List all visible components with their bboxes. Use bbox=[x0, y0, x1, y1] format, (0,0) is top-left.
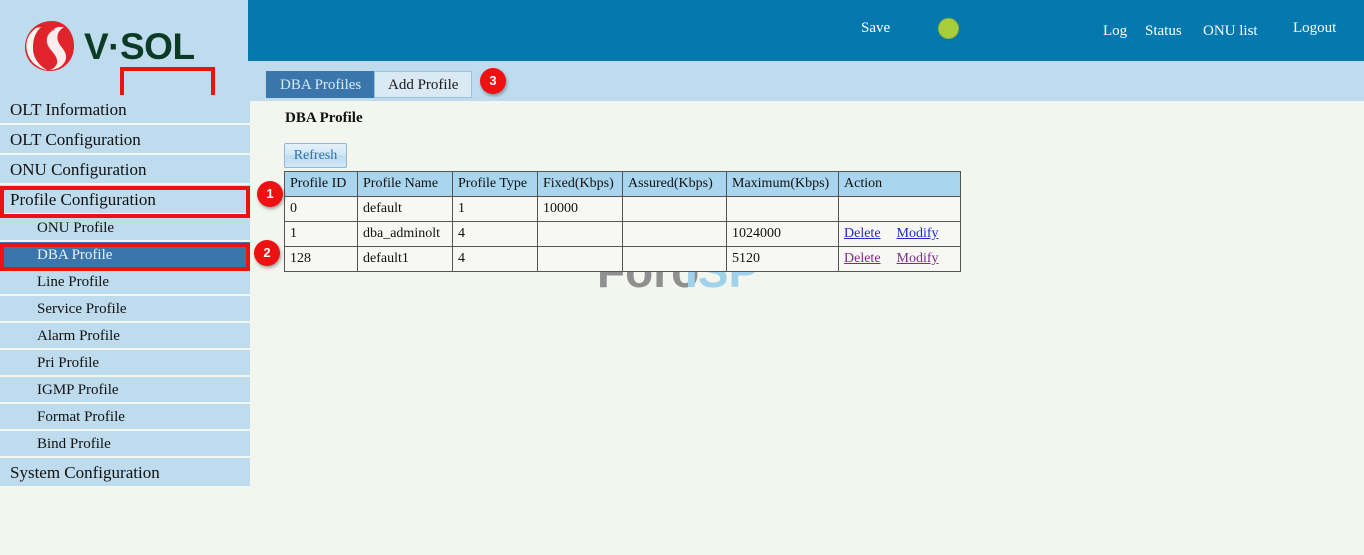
column-header-maximum-kbps: Maximum(Kbps) bbox=[727, 172, 839, 197]
cell-profile-name: dba_adminolt bbox=[358, 222, 453, 247]
cell-profile-type: 4 bbox=[453, 222, 538, 247]
brand-logo: V·SOL bbox=[22, 18, 195, 74]
column-header-profile-id: Profile ID bbox=[285, 172, 358, 197]
refresh-button[interactable]: Refresh bbox=[284, 143, 347, 168]
cell-profile-id: 128 bbox=[285, 247, 358, 272]
content-panel: DBA Profile Refresh Foro ISP Profile ID … bbox=[250, 101, 1364, 555]
log-link[interactable]: Log bbox=[1103, 23, 1127, 40]
cell-profile-type: 1 bbox=[453, 197, 538, 222]
logo-panel: V·SOL bbox=[0, 0, 248, 95]
cell-assured bbox=[623, 197, 727, 222]
cell-fixed bbox=[538, 222, 623, 247]
column-header-assured-kbps: Assured(Kbps) bbox=[623, 172, 727, 197]
modify-link[interactable]: Modify bbox=[897, 226, 939, 241]
sidebar-item-profile-configuration[interactable]: Profile Configuration bbox=[0, 185, 250, 215]
vsol-circle-logo-icon bbox=[22, 18, 76, 74]
sidebar-nav: OLT Information OLT Configuration ONU Co… bbox=[0, 95, 250, 488]
cell-fixed bbox=[538, 247, 623, 272]
top-header-bar: Save Log Status ONU list Logout bbox=[248, 0, 1364, 61]
annotation-badge-3: 3 bbox=[480, 68, 506, 94]
sidebar-item-system-configuration[interactable]: System Configuration bbox=[0, 458, 250, 488]
brand-name: V·SOL bbox=[84, 28, 195, 65]
status-link[interactable]: Status bbox=[1145, 23, 1182, 40]
annotation-badge-1: 1 bbox=[257, 181, 283, 207]
table-row: 1 dba_adminolt 4 1024000 Delete Modify bbox=[285, 222, 961, 247]
cell-assured bbox=[623, 222, 727, 247]
sidebar-item-olt-information[interactable]: OLT Information bbox=[0, 95, 250, 125]
save-link[interactable]: Save bbox=[861, 20, 890, 37]
annotation-badge-2: 2 bbox=[254, 240, 280, 266]
sidebar-item-onu-configuration[interactable]: ONU Configuration bbox=[0, 155, 250, 185]
cell-action: Delete Modify bbox=[839, 222, 961, 247]
dba-profile-table: Profile ID Profile Name Profile Type Fix… bbox=[284, 171, 961, 272]
cell-profile-name: default1 bbox=[358, 247, 453, 272]
sidebar-item-igmp-profile[interactable]: IGMP Profile bbox=[0, 377, 250, 404]
cell-profile-id: 0 bbox=[285, 197, 358, 222]
column-header-profile-name: Profile Name bbox=[358, 172, 453, 197]
page-title: DBA Profile bbox=[285, 110, 363, 127]
sidebar-item-pri-profile[interactable]: Pri Profile bbox=[0, 350, 250, 377]
delete-link[interactable]: Delete bbox=[844, 251, 881, 266]
sidebar-item-onu-profile[interactable]: ONU Profile bbox=[0, 215, 250, 242]
column-header-fixed-kbps: Fixed(Kbps) bbox=[538, 172, 623, 197]
delete-link[interactable]: Delete bbox=[844, 226, 881, 241]
sidebar-item-bind-profile[interactable]: Bind Profile bbox=[0, 431, 250, 458]
cell-profile-type: 4 bbox=[453, 247, 538, 272]
tab-strip: DBA Profiles Add Profile bbox=[248, 61, 1364, 101]
sidebar-item-alarm-profile[interactable]: Alarm Profile bbox=[0, 323, 250, 350]
cell-action: Delete Modify bbox=[839, 247, 961, 272]
tab-dba-profiles[interactable]: DBA Profiles bbox=[266, 71, 375, 98]
table-row: 128 default1 4 5120 Delete Modify bbox=[285, 247, 961, 272]
cell-maximum: 5120 bbox=[727, 247, 839, 272]
cell-action bbox=[839, 197, 961, 222]
cell-profile-name: default bbox=[358, 197, 453, 222]
sidebar-item-service-profile[interactable]: Service Profile bbox=[0, 296, 250, 323]
sidebar-item-format-profile[interactable]: Format Profile bbox=[0, 404, 250, 431]
cell-assured bbox=[623, 247, 727, 272]
logout-link[interactable]: Logout bbox=[1293, 20, 1336, 37]
cell-maximum bbox=[727, 197, 839, 222]
cell-profile-id: 1 bbox=[285, 222, 358, 247]
table-row: 0 default 1 10000 bbox=[285, 197, 961, 222]
tab-add-profile[interactable]: Add Profile bbox=[374, 71, 472, 98]
column-header-profile-type: Profile Type bbox=[453, 172, 538, 197]
column-header-action: Action bbox=[839, 172, 961, 197]
cell-fixed: 10000 bbox=[538, 197, 623, 222]
onu-list-link[interactable]: ONU list bbox=[1203, 23, 1258, 40]
sidebar-item-line-profile[interactable]: Line Profile bbox=[0, 269, 250, 296]
modify-link[interactable]: Modify bbox=[897, 251, 939, 266]
sidebar-item-dba-profile[interactable]: DBA Profile bbox=[0, 242, 250, 269]
sidebar-item-olt-configuration[interactable]: OLT Configuration bbox=[0, 125, 250, 155]
table-header-row: Profile ID Profile Name Profile Type Fix… bbox=[285, 172, 961, 197]
cell-maximum: 1024000 bbox=[727, 222, 839, 247]
green-status-dot-icon bbox=[938, 18, 959, 39]
